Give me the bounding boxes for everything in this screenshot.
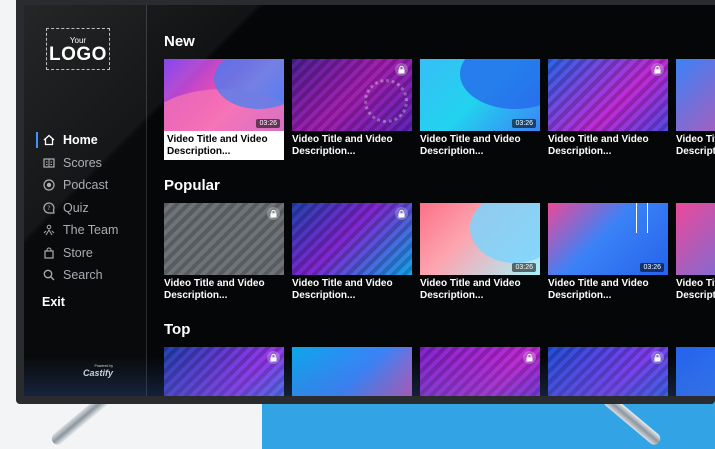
shopping-bag-icon [42,247,56,259]
video-tile[interactable] [164,347,284,396]
powered-by-castify: Powered by Castify [83,364,113,378]
castify-logo: Castify [83,368,114,378]
video-caption: Video Title and Video Description... [292,134,393,157]
lock-icon [395,207,408,220]
lock-icon [523,351,536,364]
video-thumbnail [292,59,412,131]
video-duration: 03:26 [256,119,280,128]
row-title-popular: Popular [164,177,220,194]
sidebar: Your LOGO Home Scores Podcast ? Quiz The… [24,5,147,396]
video-thumbnail: 03:26 [420,59,540,131]
video-caption: Video Title and Video Description... [420,134,521,157]
video-thumbnail [676,203,715,275]
video-tile[interactable] [292,347,412,396]
video-tile[interactable]: Video Title and Video Description... [292,203,412,304]
video-thumbnail: 03:26 [420,203,540,275]
video-tile[interactable]: 03:26 Video Title and Video Description.… [164,59,284,160]
lock-icon [267,207,280,220]
video-thumbnail [548,59,668,131]
video-tile[interactable] [548,347,668,396]
nav-item-label: Store [63,245,93,260]
video-tile[interactable]: 03:26 Video Title and Video Description.… [420,59,540,160]
locked-overlay [164,347,284,396]
scoreboard-icon [42,157,56,169]
video-thumbnail [420,347,540,396]
video-thumbnail: 03:26 [548,203,668,275]
nav-item-home[interactable]: Home [36,129,142,152]
video-caption: Video Title and Video Description... [676,278,715,301]
exit-button[interactable]: Exit [42,295,65,309]
thumbnail-shape [460,59,540,109]
video-thumbnail [676,59,715,131]
logo: Your LOGO [46,28,110,70]
video-tile[interactable]: Video Title and Video Description... [548,59,668,160]
video-thumbnail [164,347,284,396]
video-thumbnail [548,347,668,396]
thumbnail-shape [470,203,540,263]
lock-icon [651,351,664,364]
lock-icon [267,351,280,364]
video-tile[interactable] [676,347,715,396]
video-thumbnail [164,203,284,275]
team-icon [42,224,56,236]
nav-item-search[interactable]: Search [42,264,142,287]
nav-item-label: Home [63,133,98,148]
video-thumbnail [292,347,412,396]
nav-item-podcast[interactable]: Podcast [42,174,142,197]
row-title-new: New [164,33,195,50]
locked-overlay [164,203,284,275]
video-caption: Video Title and Video Description... [548,134,649,157]
video-tile[interactable]: Video Title and Video Description... [676,203,715,304]
video-caption: Video Title and Video Description... [676,134,715,157]
quiz-icon: ? [42,202,56,214]
svg-text:?: ? [47,205,50,212]
nav-item-label: The Team [63,223,119,238]
video-tile[interactable]: 03:26 Video Title and Video Description.… [420,203,540,304]
video-tile[interactable]: Video Title and Video Description... [676,59,715,160]
logo-big-text: LOGO [49,44,107,65]
lock-icon [395,63,408,76]
video-caption: Video Title and Video Description... [420,278,521,301]
video-thumbnail [292,203,412,275]
podcast-icon [42,179,56,191]
nav-menu: Home Scores Podcast ? Quiz The Team Stor… [36,129,142,287]
video-duration: 03:26 [512,119,536,128]
locked-overlay [548,59,668,131]
locked-overlay [420,347,540,396]
video-caption: Video Title and Video Description... [292,278,393,301]
video-duration: 03:26 [640,263,664,272]
search-icon [42,269,56,281]
nav-item-quiz[interactable]: ? Quiz [42,197,142,220]
tv-frame: Your LOGO Home Scores Podcast ? Quiz The… [16,0,715,404]
tv-screen: Your LOGO Home Scores Podcast ? Quiz The… [24,5,715,396]
video-duration: 03:26 [512,263,536,272]
nav-item-team[interactable]: The Team [42,219,142,242]
video-thumbnail [676,347,715,396]
locked-overlay [548,347,668,396]
locked-overlay [292,59,412,131]
row-title-top: Top [164,321,191,338]
nav-item-label: Podcast [63,178,109,193]
home-icon [42,134,56,146]
video-tile[interactable]: Video Title and Video Description... [292,59,412,160]
video-caption: Video Title and Video Description... [164,278,265,301]
video-tile[interactable]: Video Title and Video Description... [164,203,284,304]
lock-icon [651,63,664,76]
nav-item-store[interactable]: Store [42,242,142,265]
video-thumbnail: 03:26 [164,59,284,131]
video-caption: Video Title and Video Description... [548,278,649,301]
video-caption: Video Title and Video Description... [164,131,284,160]
nav-item-label: Quiz [63,200,89,215]
video-tile[interactable] [420,347,540,396]
nav-item-label: Scores [63,155,102,170]
locked-overlay [292,203,412,275]
video-tile[interactable]: 03:26 Video Title and Video Description.… [548,203,668,304]
nav-item-scores[interactable]: Scores [42,152,142,175]
thumbnail-shape [636,203,648,233]
nav-item-label: Search [63,268,103,283]
